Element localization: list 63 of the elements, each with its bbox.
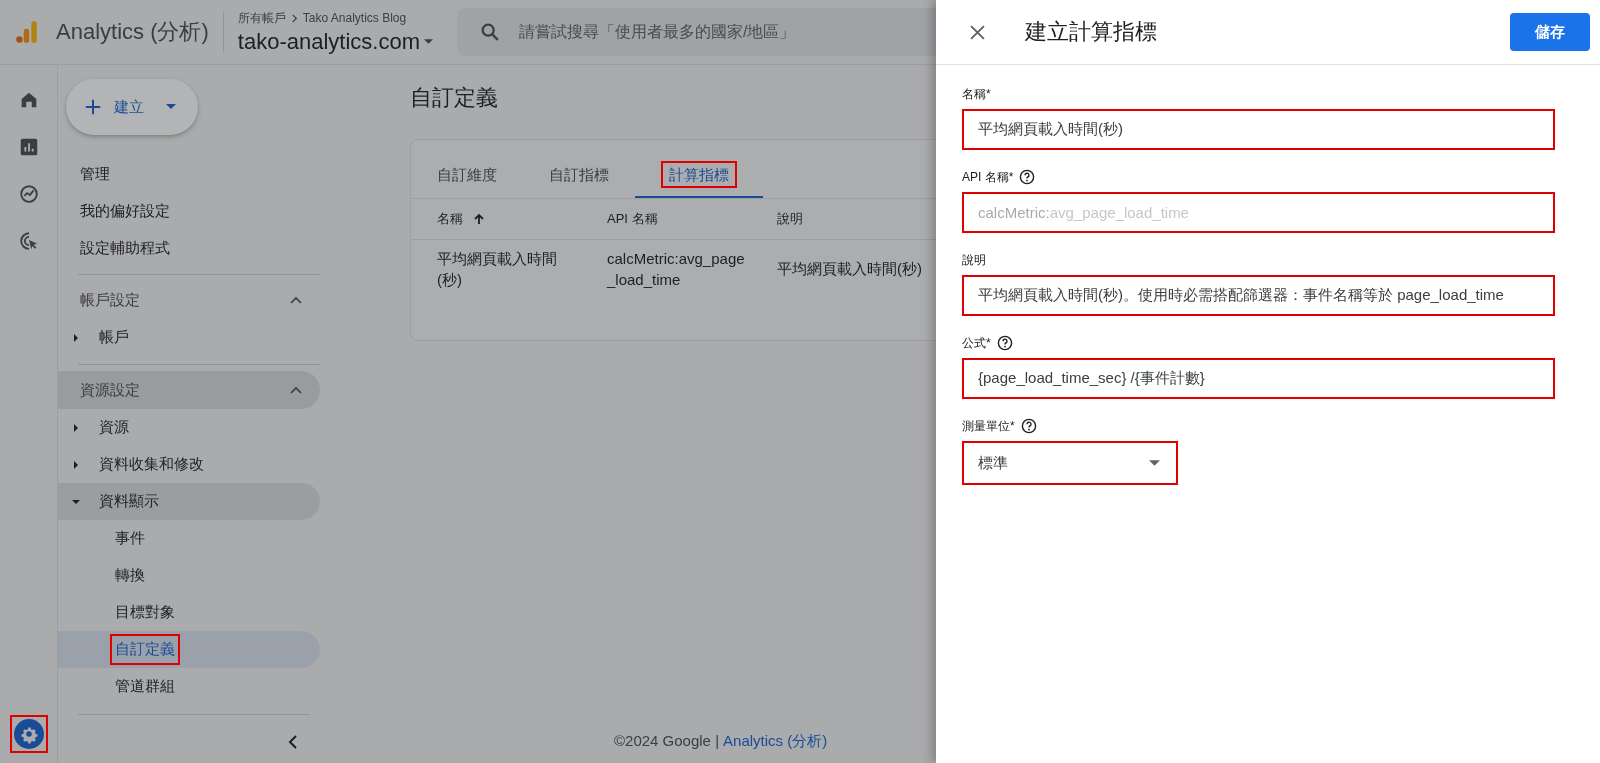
field-label: 公式* bbox=[962, 334, 991, 352]
panel-title: 建立計算指標 bbox=[1025, 18, 1158, 46]
tab[interactable]: 自訂維度 bbox=[411, 154, 523, 198]
triangle-right-icon bbox=[72, 333, 80, 342]
caret-down-icon bbox=[1149, 460, 1160, 466]
tab[interactable]: 自訂指標 bbox=[523, 154, 635, 198]
nav-group[interactable]: 資源 bbox=[58, 409, 320, 446]
nav-item[interactable]: 管理 bbox=[58, 155, 320, 192]
column-header[interactable]: API 名稱 bbox=[607, 210, 658, 228]
help-icon[interactable] bbox=[1019, 169, 1036, 185]
help-icon[interactable] bbox=[1020, 418, 1037, 434]
footer-link[interactable]: Analytics (分析) bbox=[723, 732, 828, 751]
triangle-down-icon bbox=[72, 497, 80, 506]
nav-group[interactable]: 帳戶 bbox=[58, 319, 320, 356]
dropdown[interactable]: 標準 bbox=[962, 441, 1178, 485]
field-label: 名稱* bbox=[962, 85, 991, 103]
caret-down-icon bbox=[424, 38, 433, 45]
nav-item[interactable]: 我的偏好設定 bbox=[58, 192, 320, 229]
breadcrumb-item[interactable]: 所有帳戶 bbox=[237, 9, 286, 27]
settings-icon bbox=[13, 719, 44, 749]
product-name: Analytics (分析) bbox=[56, 18, 209, 46]
triangle-right-icon bbox=[72, 423, 80, 432]
input-field[interactable]: 平均網頁載入時間(秒) bbox=[962, 109, 1555, 150]
nav-item[interactable]: 管道群組 bbox=[58, 668, 320, 705]
field-label: API 名稱* bbox=[962, 168, 1014, 186]
cursor-target-icon[interactable] bbox=[17, 230, 40, 252]
create-button[interactable]: 建立 bbox=[66, 79, 198, 135]
close-icon[interactable] bbox=[970, 24, 985, 40]
chevron-right-icon bbox=[289, 13, 299, 23]
page-title: 自訂定義 bbox=[410, 84, 499, 112]
search-field[interactable]: 請嘗試搜尋「使用者最多的國家/地區」 bbox=[457, 8, 936, 56]
field-label: 說明 bbox=[962, 251, 986, 269]
tab[interactable]: 計算指標 bbox=[635, 154, 763, 198]
nav-item[interactable]: 事件 bbox=[58, 520, 320, 557]
input-field[interactable]: {page_load_time_sec} /{事件計數} bbox=[962, 358, 1555, 399]
breadcrumb-item[interactable]: Tako Analytics Blog bbox=[302, 11, 407, 25]
column-header[interactable]: 名稱 bbox=[437, 210, 463, 228]
chevron-left-icon[interactable] bbox=[288, 735, 298, 749]
nav-item[interactable]: 設定輔助程式 bbox=[58, 229, 320, 266]
nav-group[interactable]: 資料收集和修改 bbox=[58, 446, 320, 483]
search-icon bbox=[479, 21, 501, 43]
nav-section-header[interactable]: 帳戶設定 bbox=[58, 281, 320, 319]
caret-down-icon bbox=[166, 104, 176, 110]
triangle-right-icon bbox=[72, 460, 80, 469]
column-header[interactable]: 說明 bbox=[777, 210, 803, 228]
table-cell: 平均網頁載入時間(秒) bbox=[777, 260, 922, 277]
help-icon[interactable] bbox=[996, 335, 1013, 351]
table-cell-text: 平均網頁載入時間(秒) bbox=[437, 249, 558, 290]
nav-item[interactable]: 轉換 bbox=[58, 557, 320, 594]
nav-group[interactable]: 資料顯示 bbox=[58, 483, 320, 520]
plus-icon bbox=[84, 98, 102, 116]
trend-circle-icon[interactable] bbox=[17, 183, 40, 205]
admin-button[interactable] bbox=[9, 715, 48, 753]
field-label: 測量單位* bbox=[962, 417, 1015, 435]
property-selector[interactable]: tako-analytics.com bbox=[237, 28, 433, 55]
table-cell-text: calcMetric:avg_page_load_time bbox=[607, 249, 746, 290]
input-field[interactable]: 平均網頁載入時間(秒)。使用時必需搭配篩選器：事件名稱等於 page_load_time bbox=[962, 275, 1555, 316]
nav-section-header[interactable]: 資源設定 bbox=[58, 371, 320, 409]
copyright-text: ©2024 Google | bbox=[614, 732, 720, 751]
nav-item[interactable]: 目標對象 bbox=[58, 594, 320, 631]
bar-chart-logo-icon bbox=[14, 19, 40, 45]
arrow-up-icon[interactable] bbox=[473, 213, 485, 225]
save-button[interactable]: 儲存 bbox=[1510, 13, 1590, 51]
